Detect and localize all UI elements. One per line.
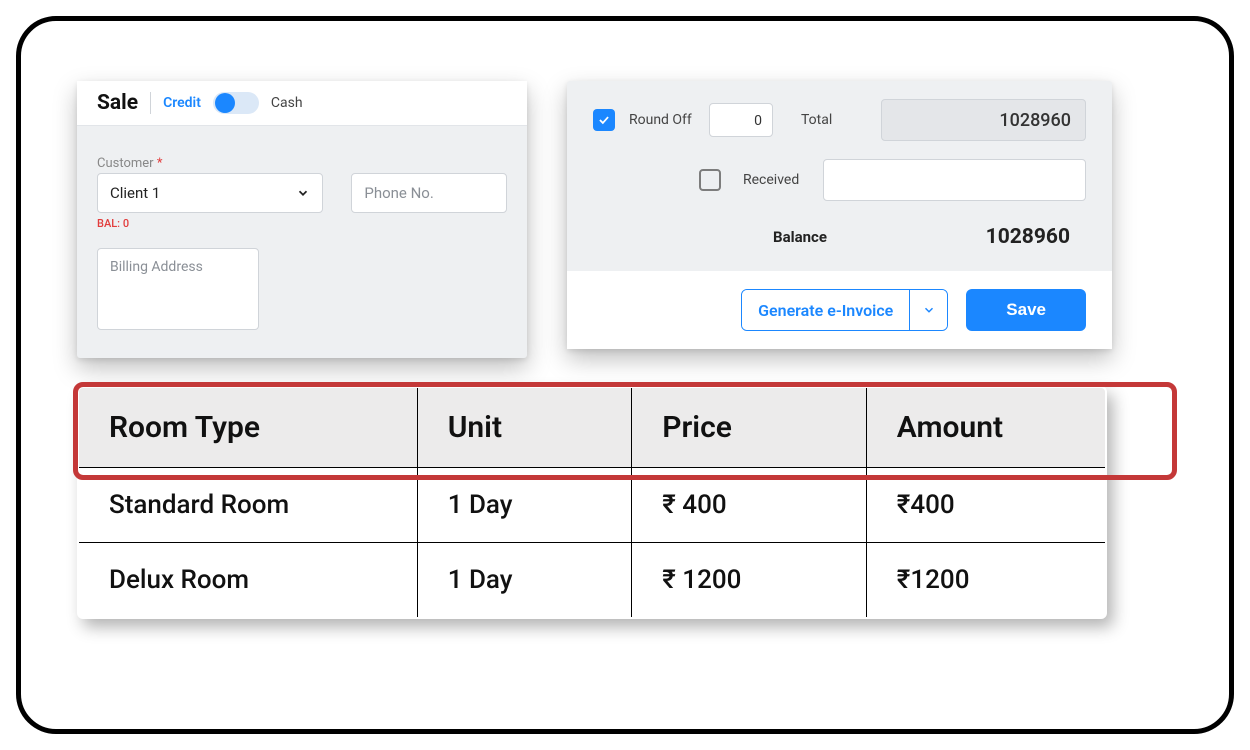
- generate-einvoice-dropdown[interactable]: [909, 290, 947, 330]
- cell-amount: ₹1200: [866, 543, 1106, 619]
- sale-body: Customer * Client 1 Phone No. BAL: 0: [77, 126, 527, 358]
- credit-cash-toggle[interactable]: [213, 92, 259, 114]
- cell-room: Delux Room: [78, 543, 417, 619]
- cell-room: Standard Room: [78, 468, 417, 543]
- table-row: Delux Room 1 Day ₹ 1200 ₹1200: [78, 543, 1106, 619]
- roundoff-input[interactable]: 0: [709, 103, 773, 137]
- generate-einvoice-label: Generate e-Invoice: [742, 290, 909, 330]
- received-checkbox[interactable]: [699, 169, 721, 191]
- phone-input[interactable]: Phone No.: [351, 173, 507, 213]
- totals-body: Round Off 0 Total 1028960 Received Balan…: [567, 81, 1112, 271]
- room-table-wrap: Room Type Unit Price Amount Standard Roo…: [77, 386, 1173, 619]
- sale-header: Sale Credit Cash: [77, 81, 527, 126]
- room-table: Room Type Unit Price Amount Standard Roo…: [77, 386, 1107, 619]
- balance-value: 1028960: [986, 225, 1086, 249]
- chevron-down-icon: [296, 186, 310, 200]
- received-input[interactable]: [823, 159, 1086, 201]
- balance-hint: BAL: 0: [97, 217, 507, 230]
- table-head: Room Type Unit Price Amount: [78, 387, 1106, 468]
- cell-unit: 1 Day: [417, 468, 632, 543]
- divider: [150, 92, 151, 114]
- app-frame: Sale Credit Cash Customer * Client 1: [16, 16, 1234, 734]
- generate-einvoice-button[interactable]: Generate e-Invoice: [741, 289, 948, 331]
- customer-row: Client 1 Phone No.: [97, 173, 507, 213]
- cash-label: Cash: [271, 95, 303, 111]
- table-row: Standard Room 1 Day ₹ 400 ₹400: [78, 468, 1106, 543]
- cell-unit: 1 Day: [417, 543, 632, 619]
- roundoff-checkbox[interactable]: [593, 109, 615, 131]
- top-row: Sale Credit Cash Customer * Client 1: [77, 81, 1173, 358]
- cell-price: ₹ 1200: [632, 543, 867, 619]
- toggle-thumb: [215, 93, 235, 113]
- customer-select[interactable]: Client 1: [97, 173, 323, 213]
- customer-value: Client 1: [110, 184, 160, 202]
- sale-title: Sale: [97, 91, 138, 115]
- phone-placeholder: Phone No.: [364, 184, 433, 202]
- save-button[interactable]: Save: [966, 289, 1086, 331]
- col-room-type: Room Type: [78, 387, 417, 468]
- totals-footer: Generate e-Invoice Save: [567, 271, 1112, 349]
- totals-card: Round Off 0 Total 1028960 Received Balan…: [567, 81, 1112, 349]
- roundoff-label: Round Off: [629, 112, 699, 128]
- sale-card: Sale Credit Cash Customer * Client 1: [77, 81, 527, 358]
- credit-label: Credit: [163, 95, 201, 111]
- col-unit: Unit: [417, 387, 632, 468]
- customer-label: Customer *: [97, 156, 507, 171]
- total-label: Total: [801, 112, 865, 128]
- received-label: Received: [743, 172, 807, 188]
- received-row: Received: [593, 159, 1086, 201]
- table-body: Standard Room 1 Day ₹ 400 ₹400 Delux Roo…: [78, 468, 1106, 619]
- col-price: Price: [632, 387, 867, 468]
- balance-row: Balance 1028960: [593, 219, 1086, 263]
- total-value: 1028960: [881, 99, 1086, 141]
- roundoff-row: Round Off 0 Total 1028960: [593, 99, 1086, 141]
- balance-label: Balance: [773, 228, 827, 246]
- billing-address-input[interactable]: Billing Address: [97, 248, 259, 330]
- billing-placeholder: Billing Address: [110, 259, 203, 275]
- cell-price: ₹ 400: [632, 468, 867, 543]
- cell-amount: ₹400: [866, 468, 1106, 543]
- col-amount: Amount: [866, 387, 1106, 468]
- required-asterisk: *: [157, 156, 163, 171]
